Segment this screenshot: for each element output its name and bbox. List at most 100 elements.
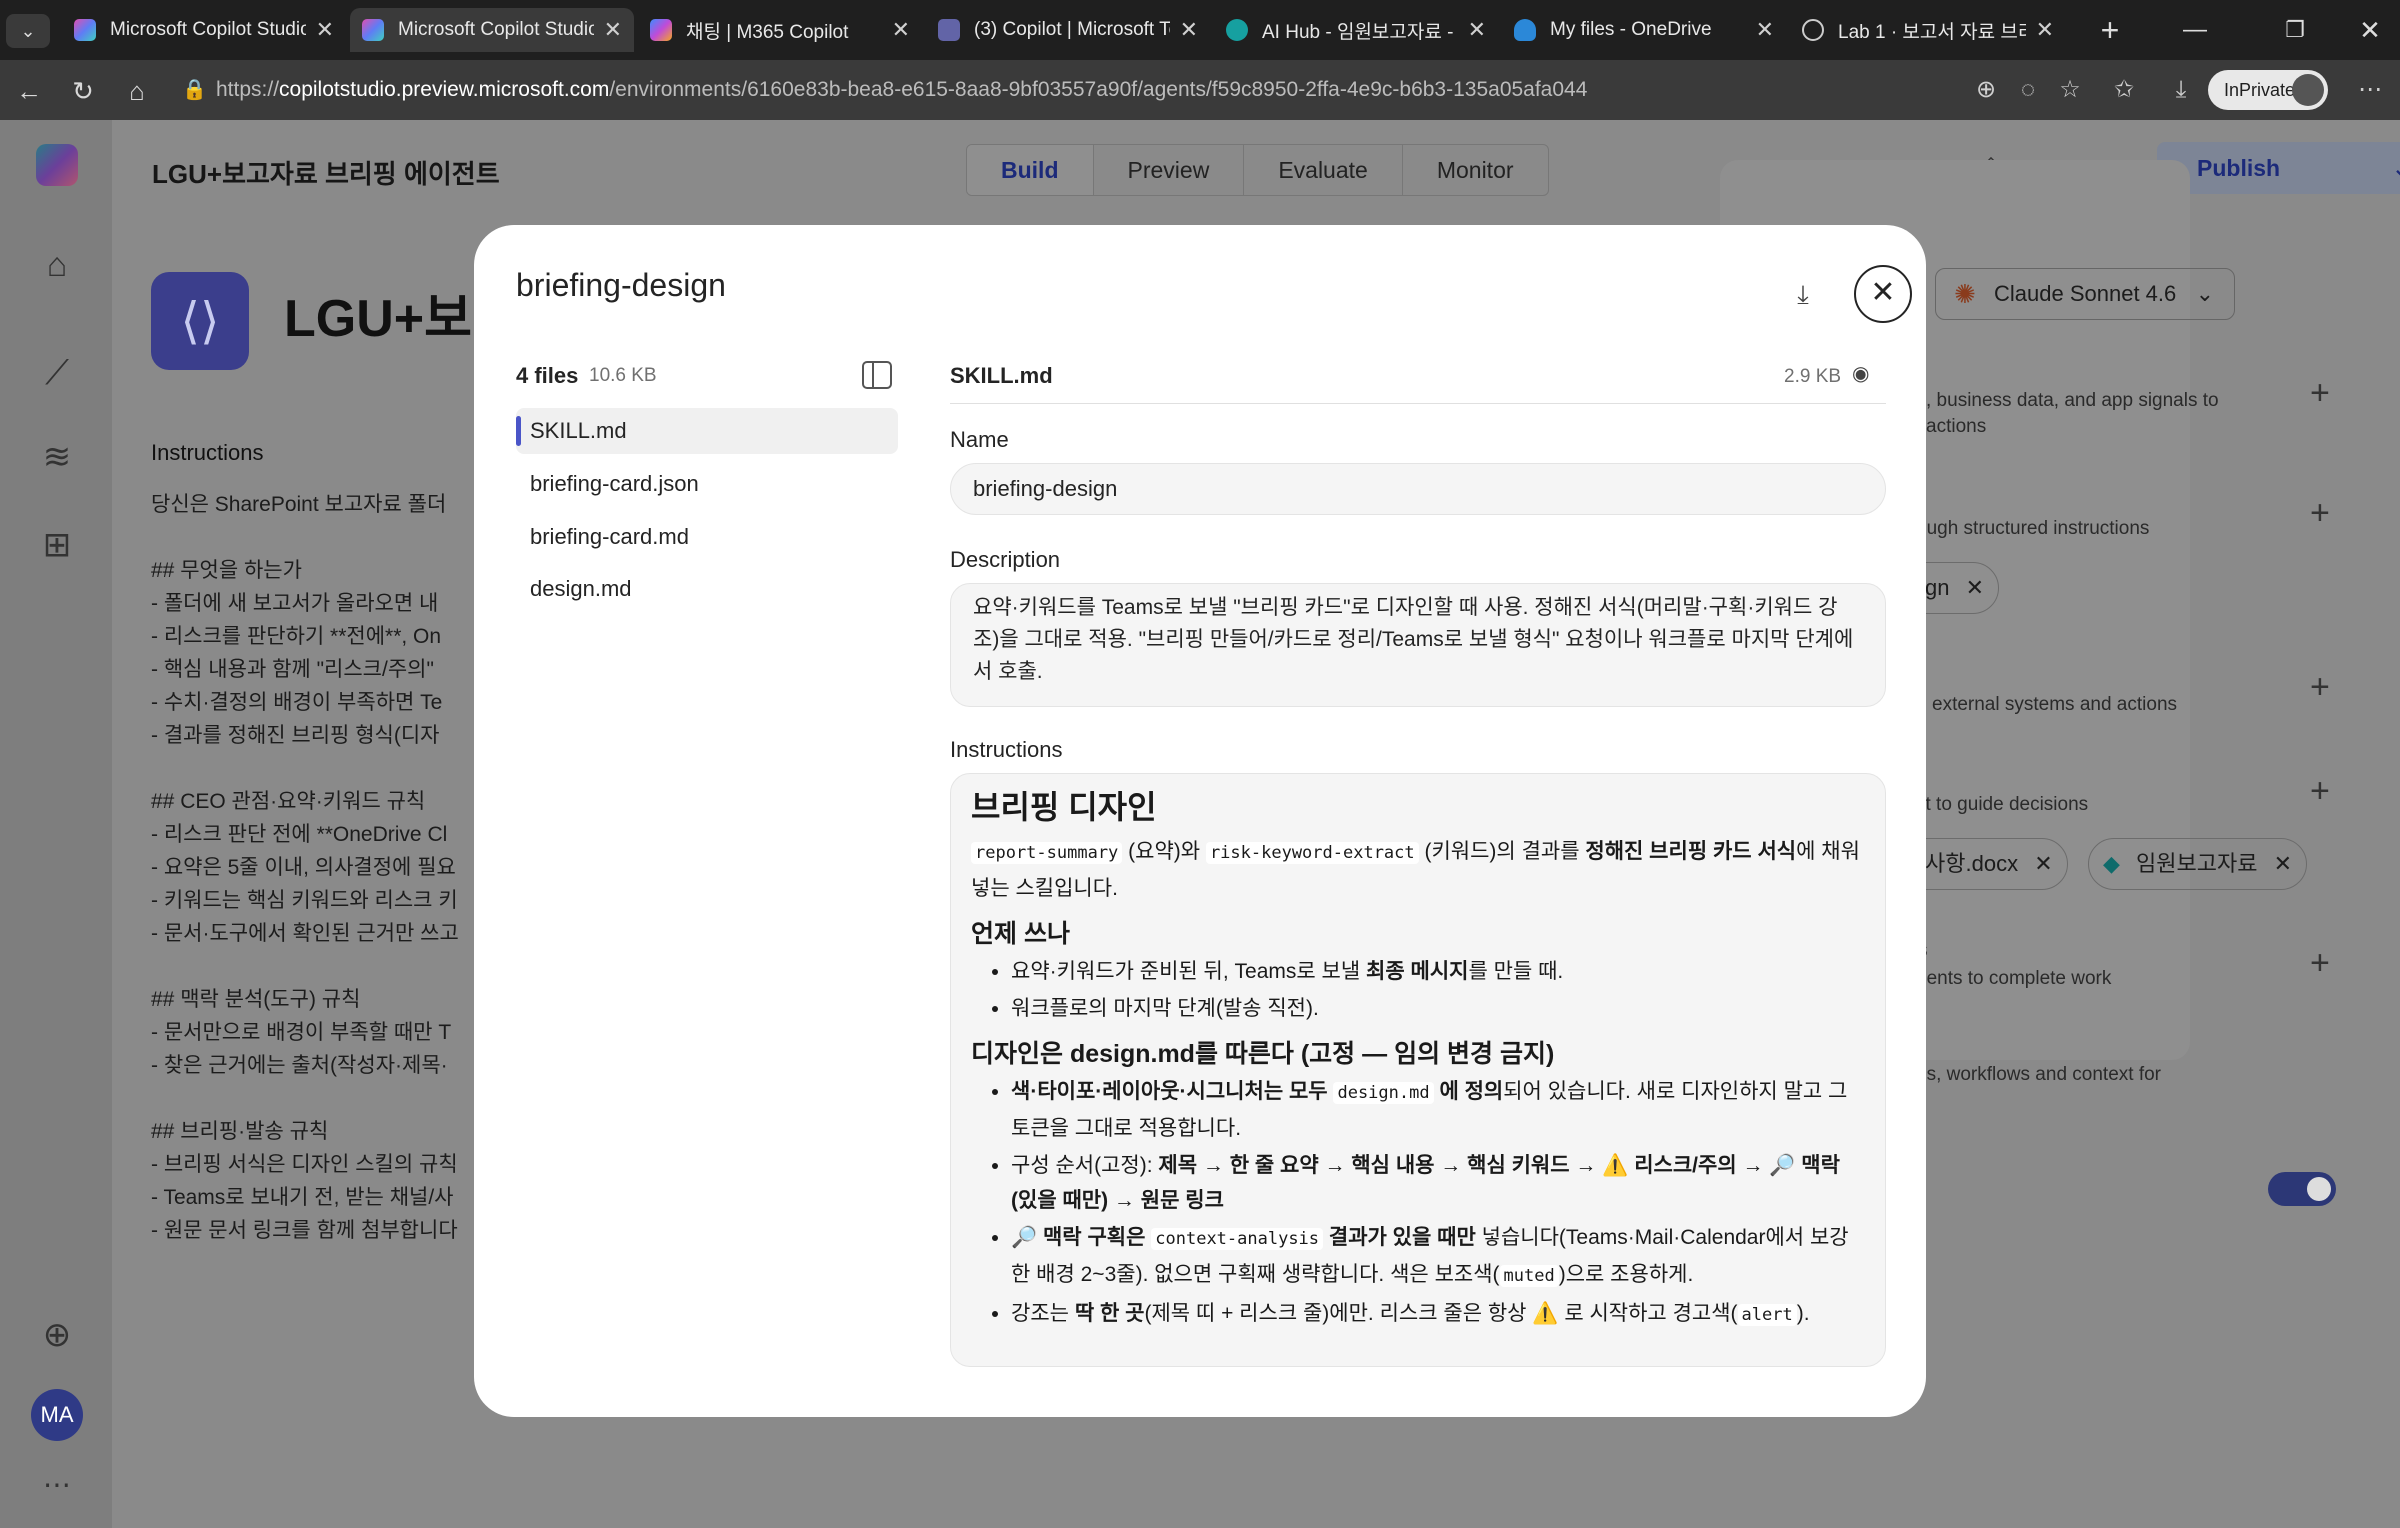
new-tab-button[interactable]: + bbox=[2090, 10, 2130, 50]
download-icon[interactable]: ⤓ bbox=[1786, 279, 1820, 313]
flows-icon[interactable]: ≋ bbox=[36, 436, 78, 478]
chip-label: 임원보고자료 bbox=[2136, 851, 2258, 876]
browser-tab[interactable]: My files - OneDrive ✕ bbox=[1502, 8, 1786, 52]
add-icon[interactable]: + bbox=[2310, 374, 2330, 413]
close-tab-icon[interactable]: ✕ bbox=[1468, 17, 1486, 43]
setting-toggle[interactable] bbox=[2268, 1172, 2336, 1206]
instruction-line: - 원문 문서 링크를 함께 첨부합니다 bbox=[151, 1219, 458, 1242]
panel-text: ough structured instructions bbox=[1916, 518, 2150, 539]
instruction-line: ## 맥락 분석(도구) 규칙 bbox=[151, 988, 361, 1011]
sharepoint-icon bbox=[1226, 19, 1248, 41]
agents-icon[interactable]: ⟋ bbox=[36, 352, 78, 394]
panel-text: xt to guide decisions bbox=[1916, 794, 2089, 815]
file-item-briefing-card-json[interactable]: briefing-card.json bbox=[516, 461, 898, 507]
add-icon[interactable]: + bbox=[2310, 494, 2330, 533]
model-selector[interactable]: ✺ Claude Sonnet 4.6 ⌄ bbox=[1935, 268, 2235, 320]
downloads-icon[interactable]: ⤓ bbox=[2165, 74, 2197, 106]
panel-text: actions bbox=[1926, 416, 1987, 437]
instruction-line: - 폴더에 새 보고서가 올라오면 내 bbox=[151, 592, 439, 615]
close-modal-button[interactable]: ✕ bbox=[1854, 265, 1912, 323]
preview-eye-icon[interactable]: ◉ bbox=[1852, 361, 1869, 386]
browser-tab-active[interactable]: Microsoft Copilot Studio ✕ bbox=[350, 8, 634, 52]
inprivate-badge[interactable]: InPrivate bbox=[2208, 70, 2328, 110]
lock-icon: 🔒 bbox=[182, 79, 207, 101]
add-icon[interactable]: + bbox=[2310, 668, 2330, 707]
claude-logo-icon: ✺ bbox=[1954, 279, 1976, 309]
home-icon[interactable]: ⌂ bbox=[120, 74, 154, 108]
file-item-briefing-card-md[interactable]: briefing-card.md bbox=[516, 514, 898, 560]
browser-tab[interactable]: Lab 1 · 보고서 자료 브리 ✕ bbox=[1790, 8, 2066, 52]
tracking-prevention-icon[interactable]: ◌ bbox=[2012, 74, 2044, 106]
publish-button[interactable]: Publish ⌄ bbox=[2157, 142, 2400, 194]
remove-icon[interactable]: ✕ bbox=[1966, 575, 1984, 600]
favorite-star-icon[interactable]: ☆ bbox=[2054, 74, 2086, 106]
more-icon[interactable]: ⋯ bbox=[36, 1464, 78, 1506]
instructions-label: Instructions bbox=[151, 440, 264, 465]
close-tab-icon[interactable]: ✕ bbox=[316, 17, 334, 43]
toggle-panel-icon[interactable] bbox=[862, 361, 892, 389]
more-menu-icon[interactable]: ⋯ bbox=[2354, 74, 2386, 106]
knowledge-chip[interactable]: ◆ 임원보고자료 ✕ bbox=[2088, 838, 2308, 890]
add-icon[interactable]: + bbox=[2310, 772, 2330, 811]
instructions-label: Instructions bbox=[950, 737, 1063, 762]
selected-file-name: SKILL.md bbox=[950, 363, 1053, 388]
description-field[interactable]: 요약·키워드를 Teams로 보낼 "브리핑 카드"로 디자인할 때 사용. 정… bbox=[950, 583, 1886, 707]
close-tab-icon[interactable]: ✕ bbox=[1756, 17, 1774, 43]
close-tab-icon[interactable]: ✕ bbox=[604, 17, 622, 43]
instruction-line: ## CEO 관점·요약·키워드 규칙 bbox=[151, 790, 426, 813]
home-icon[interactable]: ⌂ bbox=[36, 244, 78, 286]
back-arrow-icon[interactable]: ← bbox=[12, 74, 46, 108]
panel-text: , business data, and app signals to bbox=[1926, 390, 2219, 411]
remove-icon[interactable]: ✕ bbox=[2274, 851, 2292, 876]
files-size: 10.6 KB bbox=[589, 365, 657, 386]
minimize-window-icon[interactable]: — bbox=[2175, 10, 2215, 50]
close-tab-icon[interactable]: ✕ bbox=[2036, 17, 2054, 43]
url-host: copilotstudio.preview.microsoft.com bbox=[279, 78, 610, 101]
tab-build[interactable]: Build bbox=[967, 145, 1094, 195]
url-field[interactable]: 🔒 https://copilotstudio.preview.microsof… bbox=[168, 68, 1968, 112]
copilot-studio-icon bbox=[74, 19, 96, 41]
instruction-line: 당신은 SharePoint 보고자료 폴더 bbox=[151, 493, 447, 516]
browser-tab[interactable]: (3) Copilot | Microsoft Tea ✕ bbox=[926, 8, 1210, 52]
instruction-line: ## 무엇을 하는가 bbox=[151, 559, 302, 582]
instruction-line: - 브리핑 서식은 디자인 스킬의 규칙 bbox=[151, 1153, 458, 1176]
code-token: risk-keyword-extract bbox=[1205, 842, 1419, 864]
agent-name: LGU+보고자료 브리핑 에이전트 bbox=[152, 159, 500, 189]
tab-preview[interactable]: Preview bbox=[1094, 145, 1245, 195]
close-tab-icon[interactable]: ✕ bbox=[892, 17, 910, 43]
close-tab-icon[interactable]: ✕ bbox=[1180, 17, 1198, 43]
tab-actions-chevron-icon[interactable]: ⌄ bbox=[6, 14, 50, 48]
m365-copilot-icon bbox=[650, 19, 672, 41]
toggle-knob bbox=[2307, 1177, 2331, 1201]
zoom-icon[interactable]: ⊕ bbox=[1970, 74, 2002, 106]
when-heading: 언제 쓰나 bbox=[971, 920, 1070, 948]
environment-globe-icon[interactable]: ⊕ bbox=[36, 1314, 78, 1356]
close-window-icon[interactable]: ✕ bbox=[2350, 10, 2390, 50]
instruction-line: - 키워드는 핵심 키워드와 리스크 키 bbox=[151, 889, 458, 912]
model-label: Claude Sonnet 4.6 bbox=[1994, 281, 2177, 306]
remove-icon[interactable]: ✕ bbox=[2034, 851, 2052, 876]
tab-monitor[interactable]: Monitor bbox=[1403, 145, 1548, 195]
browser-tab[interactable]: 채팅 | M365 Copilot ✕ bbox=[638, 8, 922, 52]
chevron-down-icon[interactable]: ⌄ bbox=[2392, 142, 2400, 194]
file-item-skill-md[interactable]: SKILL.md bbox=[516, 408, 898, 454]
copilot-studio-logo-icon[interactable] bbox=[36, 144, 78, 186]
browser-tab[interactable]: AI Hub - 임원보고자료 - ✕ bbox=[1214, 8, 1498, 52]
skill-modal: briefing-design ⤓ ✕ 4 files 10.6 KB SKIL… bbox=[474, 225, 1926, 1417]
refresh-icon[interactable]: ↻ bbox=[66, 74, 100, 108]
design-heading: 디자인은 design.md를 따른다 (고정 — 임의 변경 금지) bbox=[971, 1040, 1555, 1068]
browser-tab[interactable]: Microsoft Copilot Studio ✕ bbox=[62, 8, 346, 52]
restore-window-icon[interactable]: ❐ bbox=[2275, 10, 2315, 50]
favorites-list-icon[interactable]: ✩ bbox=[2108, 74, 2140, 106]
user-avatar[interactable]: MA bbox=[31, 1389, 83, 1441]
name-field[interactable]: briefing-design bbox=[950, 463, 1886, 515]
instructions-viewer[interactable]: 브리핑 디자인 report-summary (요약)와 risk-keywor… bbox=[950, 773, 1886, 1367]
tab-evaluate[interactable]: Evaluate bbox=[1244, 145, 1403, 195]
add-icon[interactable]: + bbox=[2310, 944, 2330, 983]
create-icon[interactable]: ⊞ bbox=[36, 524, 78, 566]
instruction-line: - 요약은 5줄 이내, 의사결정에 필요 bbox=[151, 856, 456, 879]
browser-tab-bar: ⌄ Microsoft Copilot Studio ✕ Microsoft C… bbox=[0, 0, 2400, 60]
divider bbox=[950, 403, 1886, 404]
tab-label: Microsoft Copilot Studio bbox=[398, 19, 594, 40]
file-item-design-md[interactable]: design.md bbox=[516, 566, 898, 612]
